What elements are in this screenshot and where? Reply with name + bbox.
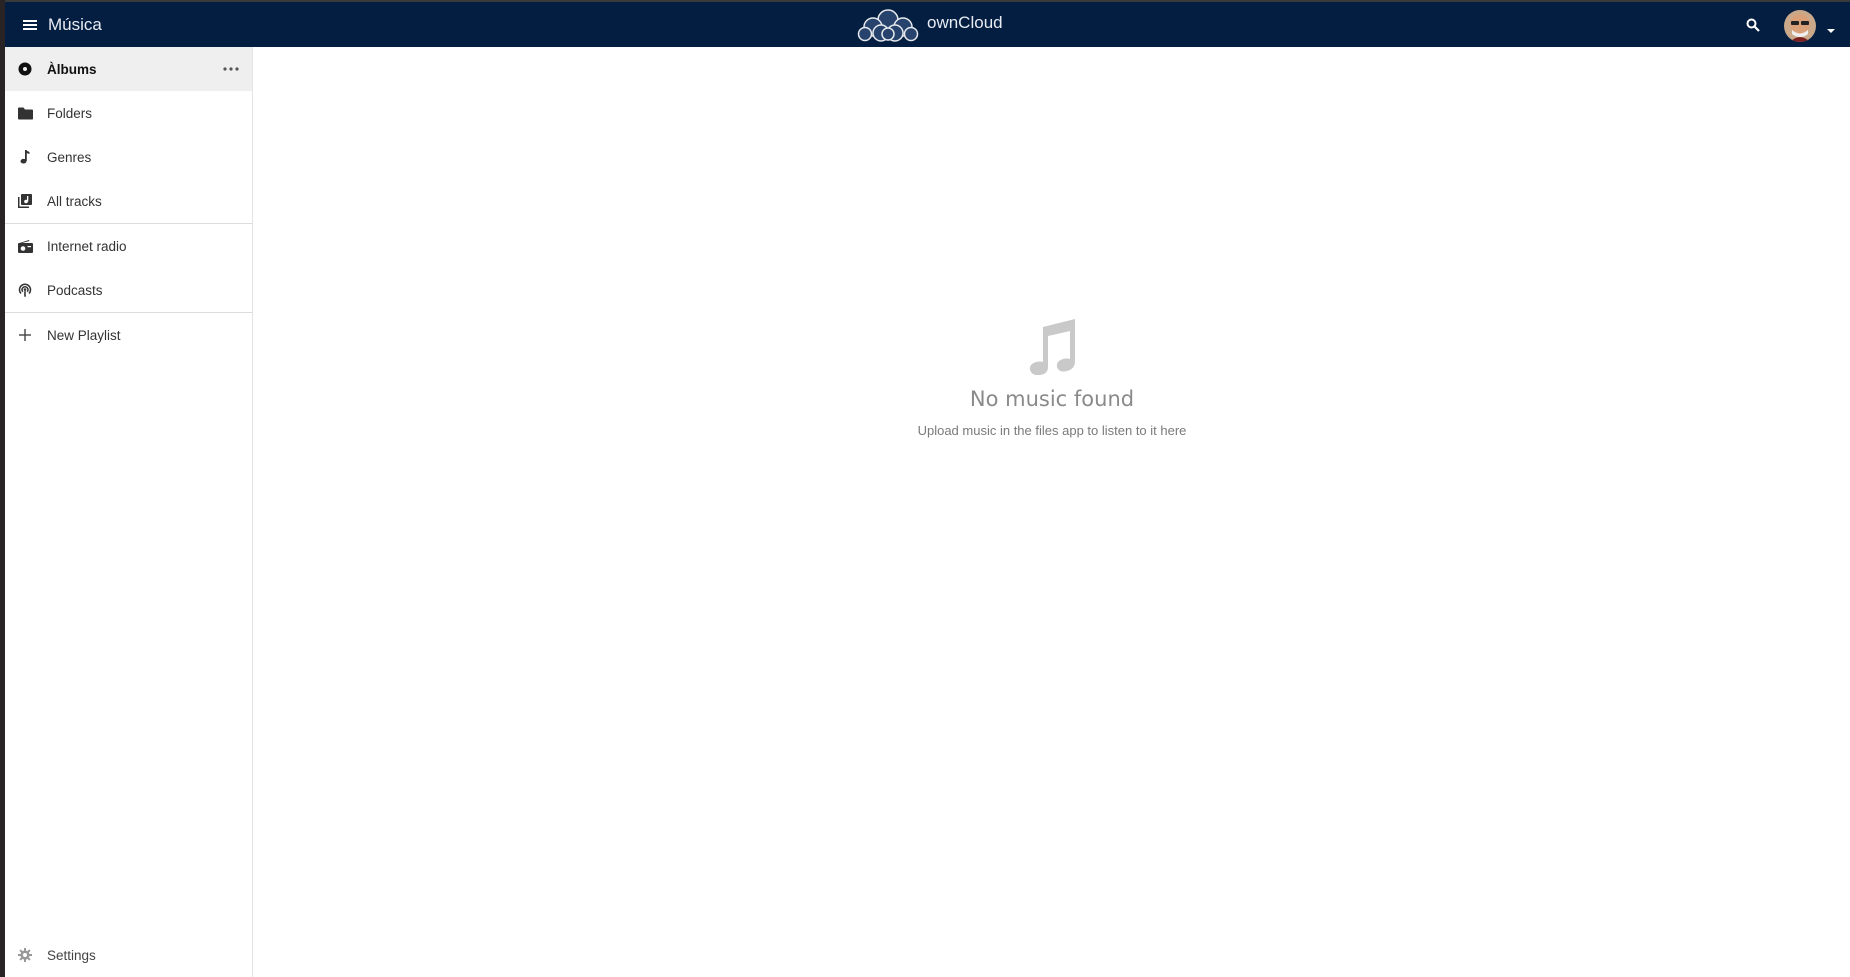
empty-title: No music found (969, 387, 1135, 411)
sidebar-item-label: Àlbums (47, 61, 97, 77)
more-options-icon (223, 67, 239, 71)
sidebar-item-new-playlist[interactable]: New Playlist (5, 313, 252, 357)
empty-state: No music found Upload music in the files… (254, 317, 1850, 438)
library-icon (17, 193, 33, 209)
settings-label: Settings (47, 947, 96, 963)
plus-icon (17, 327, 33, 343)
sidebar-item-internet-radio[interactable]: Internet radio (5, 224, 252, 268)
top-header: Música ownCloud (5, 2, 1850, 47)
sidebar-item-podcasts[interactable]: Podcasts (5, 268, 252, 312)
owncloud-logo[interactable]: ownCloud (857, 7, 1003, 43)
album-icon (17, 61, 33, 77)
hamburger-menu-button[interactable] (15, 10, 45, 40)
search-button[interactable] (1740, 12, 1766, 38)
main-content: No music found Upload music in the files… (254, 47, 1850, 977)
empty-subtitle: Upload music in the files app to listen … (917, 423, 1187, 438)
folder-icon (17, 105, 33, 121)
sidebar-item-folders[interactable]: Folders (5, 91, 252, 135)
sidebar-item-albums[interactable]: Àlbums (5, 47, 252, 91)
music-note-icon (1029, 319, 1075, 375)
sidebar-item-label: New Playlist (47, 327, 121, 343)
sidebar-item-genres[interactable]: Genres (5, 135, 252, 179)
app-title[interactable]: Música (48, 15, 102, 35)
sidebar-item-label: Folders (47, 105, 93, 121)
sidebar-item-label: All tracks (47, 193, 102, 209)
hamburger-icon (23, 20, 37, 30)
gear-icon (17, 947, 33, 963)
sidebar-navigation: Àlbums Folders Genres All tracks Interne… (5, 47, 253, 977)
sidebar-item-label: Genres (47, 149, 92, 165)
radio-icon (17, 238, 33, 254)
podcast-icon (17, 282, 33, 298)
sidebar-item-label: Podcasts (47, 282, 103, 298)
sidebar-item-all-tracks[interactable]: All tracks (5, 179, 252, 223)
avatar-image-icon (1784, 10, 1816, 42)
search-icon (1746, 18, 1760, 32)
brand-name: ownCloud (927, 13, 1003, 32)
albums-more-button[interactable] (220, 59, 242, 79)
sidebar-item-label: Internet radio (47, 238, 127, 254)
user-avatar[interactable] (1784, 10, 1816, 42)
settings-button[interactable]: Settings (5, 933, 252, 977)
user-menu-caret[interactable] (1826, 21, 1836, 39)
chevron-down-icon (1827, 29, 1835, 33)
cloud-logo-icon (857, 9, 919, 42)
music-note-icon (17, 149, 33, 165)
